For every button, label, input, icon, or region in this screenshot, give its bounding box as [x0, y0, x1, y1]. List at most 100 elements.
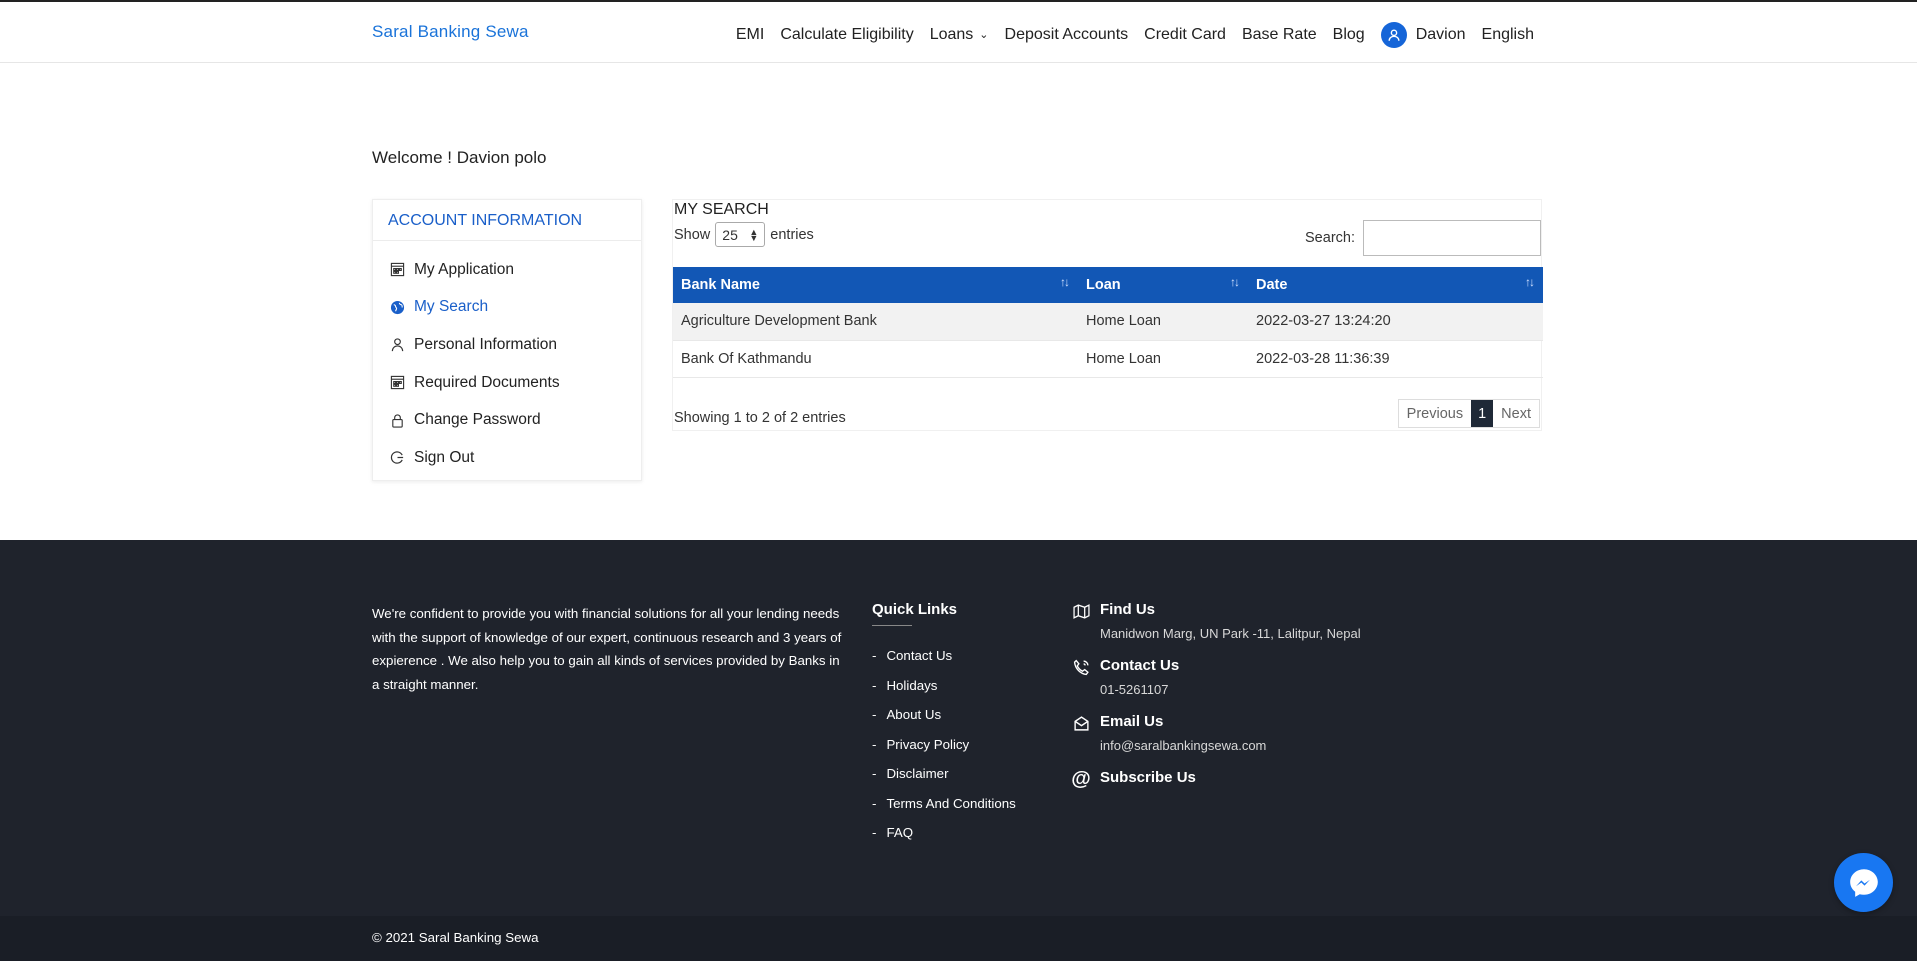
signout-icon	[389, 450, 405, 466]
sidebar-item-sign-out[interactable]: Sign Out	[373, 439, 641, 477]
messenger-chat-button[interactable]	[1834, 853, 1893, 912]
sidebar-item-label: My Search	[414, 298, 489, 316]
column-label: Bank Name	[681, 277, 760, 293]
quick-link-contact-us[interactable]: - Contact Us	[872, 648, 1016, 678]
brand-logo[interactable]: Saral Banking Sewa	[372, 22, 529, 42]
pagination: Previous 1 Next	[1397, 399, 1540, 428]
quick-link-about-us[interactable]: - About Us	[872, 707, 1016, 737]
sidebar-item-change-password[interactable]: Change Password	[373, 401, 641, 439]
quick-link-label: Contact Us	[886, 648, 953, 663]
table-row: Agriculture Development Bank Home Loan 2…	[673, 303, 1543, 341]
map-icon	[1072, 602, 1090, 620]
user-menu[interactable]: Davion	[1380, 22, 1466, 48]
nav-loans[interactable]: Loans ⌄	[930, 26, 989, 44]
contact-us-title: Contact Us	[1100, 657, 1180, 674]
cell-bank-name: Agriculture Development Bank	[673, 303, 1078, 341]
entries-label: entries	[770, 226, 814, 243]
my-search-panel: MY SEARCH Show 25 ▲ ▼ entries Search: Ban…	[672, 199, 1543, 431]
cell-loan: Home Loan	[1078, 340, 1248, 378]
welcome-heading: Welcome ! Davion polo	[372, 148, 547, 167]
sidebar-item-required-documents[interactable]: Required Documents	[373, 364, 641, 402]
quick-link-label: Holidays	[886, 677, 938, 693]
quick-links-list: - Contact Us - Holidays - About Us - Privacy…	[872, 648, 1016, 855]
column-label: Loan	[1086, 277, 1121, 293]
language-switch[interactable]: English	[1482, 26, 1534, 44]
quick-link-label: Privacy Policy	[886, 736, 970, 752]
user-name: Davion	[1415, 26, 1466, 43]
find-us-block: Find Us Manidwon Marg, UN Park -11, Lali…	[1072, 601, 1372, 644]
sidebar-title: ACCOUNT INFORMATION	[373, 200, 641, 241]
table-info: Showing 1 to 2 of 2 entries	[674, 410, 846, 426]
phone-icon	[1072, 658, 1090, 676]
table-header-row: Bank Name ↑↓ Loan ↑↓ Date ↑↓	[673, 267, 1543, 303]
quick-link-terms[interactable]: - Terms And Conditions	[872, 796, 1016, 826]
email-address[interactable]: info@saralbankingsewa.com	[1100, 736, 1266, 756]
dash-icon: -	[872, 825, 877, 840]
table-row: Bank Of Kathmandu Home Loan 2022-03-28 1…	[673, 340, 1543, 378]
footer: We're confident to provide you with fina…	[0, 540, 1917, 916]
dash-icon: -	[872, 677, 877, 693]
cell-date: 2022-03-27 13:24:20	[1248, 303, 1543, 341]
sidebar-item-my-search[interactable]: My Search	[373, 289, 641, 327]
cell-date: 2022-03-28 11:36:39	[1248, 340, 1543, 378]
quick-link-label: FAQ	[886, 825, 914, 840]
at-icon: @	[1071, 767, 1091, 790]
dash-icon: -	[872, 707, 877, 722]
sidebar-item-label: Required Documents	[414, 373, 560, 391]
nav-blog[interactable]: Blog	[1333, 26, 1365, 44]
mail-icon	[1072, 714, 1090, 732]
panel-title: MY SEARCH	[674, 201, 769, 218]
quick-link-privacy-policy[interactable]: - Privacy Policy	[872, 737, 1016, 767]
pagination-previous[interactable]: Previous	[1399, 400, 1471, 427]
find-us-address: Manidwon Marg, UN Park -11, Lalitpur, Ne…	[1100, 626, 1361, 641]
select-arrows-icon: ▲ ▼	[749, 226, 759, 243]
column-loan[interactable]: Loan ↑↓	[1078, 267, 1248, 303]
nav-base-rate[interactable]: Base Rate	[1242, 26, 1317, 44]
show-entries: Show 25 ▲ ▼ entries	[674, 222, 814, 247]
nav-calculate-eligibility[interactable]: Calculate Eligibility	[780, 26, 913, 44]
column-bank-name[interactable]: Bank Name ↑↓	[673, 267, 1078, 303]
main-nav: EMI Calculate Eligibility Loans ⌄ Deposit…	[736, 22, 1534, 48]
copyright-text: © 2021 Saral Banking Sewa	[372, 930, 539, 945]
sort-icon: ↑↓	[1525, 275, 1535, 289]
quick-link-holidays[interactable]: - Holidays	[872, 678, 1016, 708]
subscribe-block[interactable]: @ Subscribe Us	[1071, 767, 1372, 792]
column-label: Date	[1256, 277, 1288, 293]
quick-link-label: Terms And Conditions	[886, 795, 1016, 811]
find-us-title: Find Us	[1100, 601, 1155, 618]
calendar-icon	[389, 375, 405, 391]
search-label: Search:	[1305, 230, 1355, 246]
column-date[interactable]: Date ↑↓	[1248, 267, 1543, 303]
sidebar-item-my-application[interactable]: My Application	[373, 251, 641, 289]
quick-link-label: Disclaimer	[886, 766, 949, 781]
top-header: Saral Banking Sewa EMI Calculate Eligibi…	[0, 0, 1917, 63]
email-us-block: Email Us info@saralbankingsewa.com	[1072, 713, 1372, 756]
search-table: Bank Name ↑↓ Loan ↑↓ Date ↑↓ Agriculture De…	[673, 267, 1543, 378]
search-input[interactable]	[1363, 220, 1541, 256]
account-sidebar: ACCOUNT INFORMATION My Application My Se…	[372, 199, 642, 481]
nav-deposit-accounts[interactable]: Deposit Accounts	[1005, 26, 1129, 44]
pagination-page-1[interactable]: 1	[1471, 400, 1494, 427]
entries-select[interactable]: 25 ▲ ▼	[715, 222, 766, 247]
quick-link-faq[interactable]: - FAQ	[872, 825, 1016, 855]
user-icon	[1380, 22, 1407, 48]
calendar-icon	[389, 262, 405, 278]
sort-icon: ↑↓	[1230, 275, 1240, 289]
cell-bank-name: Bank Of Kathmandu	[673, 340, 1078, 378]
nav-credit-card[interactable]: Credit Card	[1144, 26, 1226, 44]
email-us-title: Email Us	[1100, 713, 1164, 730]
dash-icon: -	[872, 766, 877, 781]
sidebar-item-label: Personal Information	[414, 335, 558, 353]
sidebar-item-personal-information[interactable]: Personal Information	[373, 326, 641, 364]
chevron-down-icon: ⌄	[979, 29, 989, 41]
messenger-icon	[1849, 868, 1878, 897]
nav-emi[interactable]: EMI	[736, 26, 764, 44]
table-search: Search:	[1305, 220, 1541, 256]
copyright-bar: © 2021 Saral Banking Sewa	[0, 916, 1917, 961]
dash-icon: -	[872, 648, 877, 663]
contact-phone[interactable]: 01-5261107	[1100, 680, 1179, 700]
quick-link-disclaimer[interactable]: - Disclaimer	[872, 766, 1016, 796]
quick-links-title: Quick Links	[872, 601, 958, 618]
pagination-next[interactable]: Next	[1493, 400, 1539, 427]
cell-loan: Home Loan	[1078, 303, 1248, 341]
